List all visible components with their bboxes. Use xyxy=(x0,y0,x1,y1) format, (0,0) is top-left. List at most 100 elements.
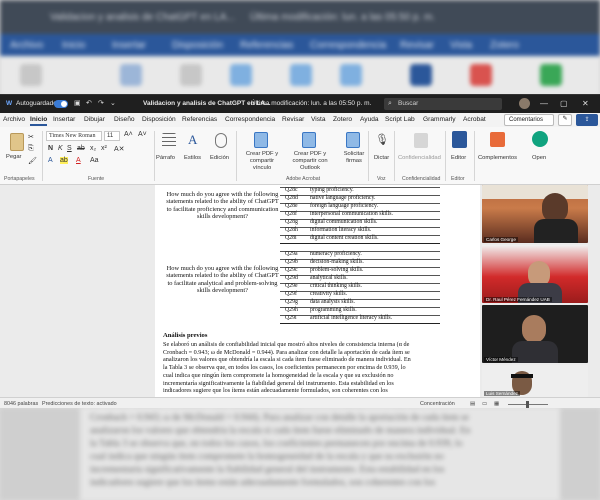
styles-icon[interactable]: A xyxy=(188,132,197,148)
shrink-font-icon[interactable]: A˅ xyxy=(138,131,147,138)
avatar[interactable] xyxy=(519,98,530,109)
open-label: Open xyxy=(532,155,547,161)
italic-icon[interactable]: K xyxy=(58,145,63,152)
zoom-slider-handle[interactable] xyxy=(526,401,529,408)
paragraph-line: incrementaría significativamente la fiab… xyxy=(163,379,394,387)
item-code: Q29g xyxy=(285,299,298,305)
paragraph-icon[interactable] xyxy=(162,133,176,149)
grow-font-icon[interactable]: A˄ xyxy=(124,131,133,138)
item-code: Q28c xyxy=(285,187,298,193)
group-adobe-acrobat: Adobe Acrobat xyxy=(286,176,321,182)
cut-icon[interactable]: ✂ xyxy=(28,133,34,141)
item-text: problem-solving skills. xyxy=(310,267,364,273)
request-signatures-icon[interactable] xyxy=(346,132,360,148)
tab-diseno[interactable]: Diseño xyxy=(114,116,135,123)
tab-revisar[interactable]: Revisar xyxy=(282,116,304,123)
close-icon[interactable]: ✕ xyxy=(582,99,589,108)
item-text: analytical skills. xyxy=(310,275,348,281)
tab-script-lab[interactable]: Script Lab xyxy=(385,116,415,123)
focus-mode-button[interactable]: Concentración xyxy=(420,401,455,407)
highlight-icon[interactable]: ab xyxy=(60,157,68,164)
tab-correspondencia[interactable]: Correspondencia xyxy=(225,116,275,123)
text-predictions-status[interactable]: Predicciones de texto: activado xyxy=(42,401,117,407)
tab-inicio[interactable]: Inicio xyxy=(30,116,48,126)
item-code: Q29d xyxy=(285,275,298,281)
sensitivity-icon[interactable] xyxy=(414,133,428,148)
pdf-outlook-icon[interactable] xyxy=(302,132,316,148)
item-text: interpersonal communication skills. xyxy=(310,211,393,217)
bold-icon[interactable]: N xyxy=(48,145,53,152)
undo-icon[interactable]: ↶ xyxy=(86,99,92,107)
find-icon[interactable] xyxy=(215,133,227,148)
font-size-select[interactable]: 11 xyxy=(104,131,120,141)
video-tile[interactable]: Carlos George xyxy=(482,185,588,243)
tab-dibujar[interactable]: Dibujar xyxy=(84,116,105,123)
blurred-background-top: Validacion y analisis de ChatGPT en LA..… xyxy=(0,0,600,96)
tab-disposicion[interactable]: Disposición xyxy=(142,116,176,123)
microphone-icon[interactable]: 🎙 xyxy=(375,133,389,146)
item-text: foreign language proficiency. xyxy=(310,203,379,209)
title-bar: W Autoguardado ▣ ↶ ↷ ⌄ Validacion y anal… xyxy=(0,95,600,113)
video-tile[interactable]: Víctor Méndez xyxy=(482,305,588,363)
customize-icon[interactable]: ⌄ xyxy=(110,99,116,107)
search-box[interactable]: ⌕ Buscar xyxy=(384,98,502,110)
tab-ayuda[interactable]: Ayuda xyxy=(360,116,379,123)
addins-icon[interactable] xyxy=(490,132,505,147)
tab-insertar[interactable]: Insertar xyxy=(53,116,75,123)
word-window: W Autoguardado ▣ ↶ ↷ ⌄ Validacion y anal… xyxy=(0,94,600,408)
chatgpt-open-icon[interactable] xyxy=(532,131,548,147)
print-layout-icon[interactable]: ▭ xyxy=(482,401,487,407)
tab-vista[interactable]: Vista xyxy=(311,116,326,123)
superscript-icon[interactable]: x² xyxy=(101,145,107,152)
item-code: Q28h xyxy=(285,227,298,233)
read-mode-icon[interactable]: ▤ xyxy=(470,401,475,407)
redo-icon[interactable]: ↷ xyxy=(98,99,104,107)
paragraph-line: indicadores sugiere que los ítems están … xyxy=(163,387,388,395)
blurred-text-line: indicadores sugiere que los ítems están … xyxy=(90,478,436,488)
underline-icon[interactable]: S xyxy=(67,145,72,152)
tab-referencias[interactable]: Referencias xyxy=(182,116,217,123)
font-size-value: 11 xyxy=(107,133,114,139)
pdf-share-icon[interactable] xyxy=(254,132,268,148)
item-text: information literacy skills. xyxy=(310,227,372,233)
tab-archivo[interactable]: Archivo xyxy=(3,116,25,123)
change-case-icon[interactable]: Aa xyxy=(90,157,99,164)
subscript-icon[interactable]: x₂ xyxy=(90,145,96,152)
font-color-icon[interactable]: A xyxy=(76,157,81,164)
tab-grammarly[interactable]: Grammarly xyxy=(423,116,456,123)
blurred-tab: Archivo xyxy=(10,40,44,51)
strikethrough-icon[interactable]: ab xyxy=(77,145,85,152)
font-name-select[interactable]: Times New Roman xyxy=(46,131,102,141)
item-text: digital content creation skills. xyxy=(310,235,379,241)
item-text: numeracy proficiency. xyxy=(310,251,362,257)
share-button[interactable]: ⇪ xyxy=(576,114,598,126)
pencil-icon: ✎ xyxy=(562,116,568,122)
copy-icon[interactable]: ⎘ xyxy=(28,145,34,153)
document-page[interactable]: How much do you agree with the following… xyxy=(155,185,480,397)
tab-acrobat[interactable]: Acrobat xyxy=(463,116,486,123)
editing-mode-button[interactable]: ✎ xyxy=(558,114,572,126)
maximize-icon[interactable]: ▢ xyxy=(560,99,568,108)
comments-button[interactable]: Comentarios xyxy=(504,114,554,126)
format-painter-icon[interactable]: 🖌 xyxy=(28,157,37,165)
group-editor: Editor xyxy=(451,176,465,182)
autosave-toggle[interactable] xyxy=(54,100,68,108)
video-tile[interactable]: Luis Sernández xyxy=(482,365,588,397)
blurred-tab: Inicio xyxy=(62,40,86,51)
word-count[interactable]: 8046 palabras xyxy=(4,401,38,407)
save-icon[interactable]: ▣ xyxy=(74,99,81,107)
participant-body-icon xyxy=(534,219,578,243)
styles-label: Estilos xyxy=(184,155,202,161)
clear-format-icon[interactable]: A✕ xyxy=(114,145,125,153)
editing-label: Edición xyxy=(210,155,230,161)
editor-icon[interactable] xyxy=(452,131,467,148)
paragraph-line: analizaron los valores que obtendría la … xyxy=(163,356,411,364)
minimize-icon[interactable]: — xyxy=(540,99,548,108)
video-tile[interactable]: Dr. Raul Pérez Fernández UAB xyxy=(482,245,588,303)
paste-icon[interactable] xyxy=(10,133,24,151)
tab-zotero[interactable]: Zotero xyxy=(333,116,352,123)
text-effects-icon[interactable]: A xyxy=(48,157,53,164)
word-logo-icon: W xyxy=(6,100,13,107)
item-code: Q29f xyxy=(285,291,297,297)
web-layout-icon[interactable]: ▦ xyxy=(494,401,499,407)
